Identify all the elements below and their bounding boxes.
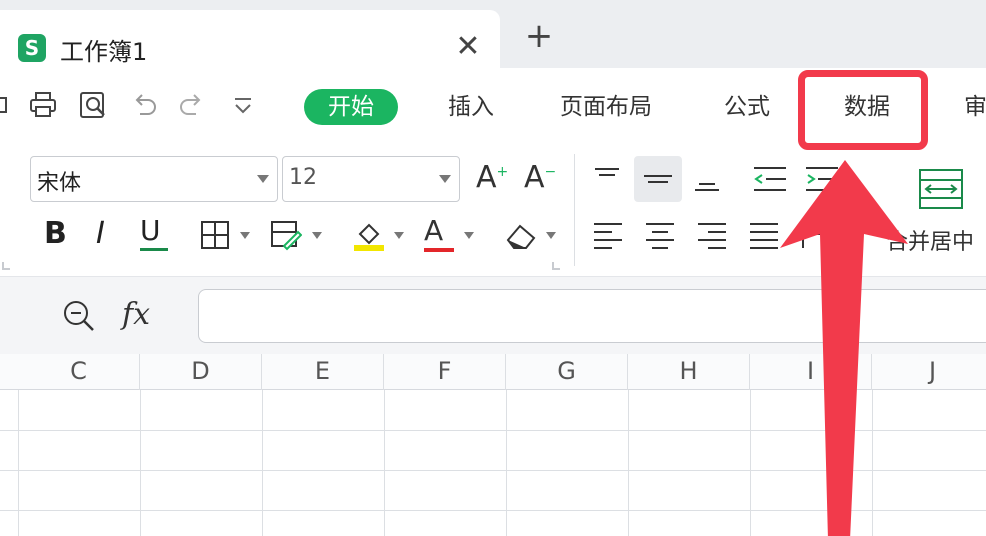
tab-page-layout[interactable]: 页面布局 (560, 89, 652, 125)
chevron-down-icon[interactable] (240, 232, 250, 239)
chevron-down-icon (257, 175, 269, 183)
font-grow-label: A (476, 160, 497, 195)
font-shrink-label: A (524, 160, 545, 195)
workbook-tab[interactable]: S 工作簿1 ✕ (0, 10, 500, 68)
zoom-search-icon[interactable] (62, 299, 96, 333)
increase-font-size-button[interactable]: A+ (476, 160, 508, 195)
bold-button[interactable]: B (44, 216, 67, 251)
align-center-icon[interactable] (644, 220, 676, 250)
font-color-bar (424, 248, 454, 252)
font-color-button[interactable]: A (424, 214, 456, 254)
print-icon[interactable] (28, 90, 58, 120)
font-size-select[interactable]: 12 (282, 156, 460, 202)
column-line (506, 390, 507, 536)
font-size-value: 12 (289, 165, 317, 190)
column-header-H[interactable]: H (628, 354, 750, 390)
function-button[interactable]: fx (122, 297, 150, 332)
close-tab-icon[interactable]: ✕ (452, 32, 484, 64)
column-header-C[interactable]: C (18, 354, 140, 390)
align-left-icon[interactable] (592, 220, 624, 250)
column-header-G[interactable]: G (506, 354, 628, 390)
underline-button[interactable]: U (140, 214, 170, 254)
tab-title: 工作簿1 (60, 38, 148, 66)
tab-insert[interactable]: 插入 (448, 89, 494, 125)
undo-icon[interactable] (130, 90, 160, 120)
decrease-font-size-button[interactable]: A− (524, 160, 556, 195)
column-line (140, 390, 141, 536)
underline-bar (140, 248, 168, 251)
align-bottom-icon[interactable] (692, 164, 722, 194)
tab-review[interactable]: 审 (964, 89, 986, 125)
chevron-down-icon (439, 175, 451, 183)
print-preview-icon[interactable] (78, 90, 108, 120)
redo-icon[interactable] (176, 90, 206, 120)
new-tab-icon[interactable]: + (522, 19, 556, 54)
tab-home[interactable]: 开始 (304, 89, 398, 125)
column-line (750, 390, 751, 536)
align-middle-icon (644, 175, 672, 183)
fill-color-icon[interactable] (352, 218, 386, 252)
column-header-E[interactable]: E (262, 354, 384, 390)
borders-icon[interactable] (200, 220, 230, 250)
column-line (262, 390, 263, 536)
tab-bar: S 工作簿1 ✕ + (0, 0, 986, 68)
chevron-down-icon[interactable] (394, 232, 404, 239)
merge-center-icon[interactable] (918, 168, 964, 210)
toolbar-divider (574, 154, 575, 266)
column-line (628, 390, 629, 536)
data-tab-highlight (798, 70, 928, 150)
fill-color-bar (354, 245, 384, 251)
font-name-value: 宋体 (37, 171, 82, 196)
customize-dropdown-icon[interactable] (228, 90, 258, 120)
italic-button[interactable]: I (96, 216, 105, 251)
customize-partial-icon[interactable] (0, 90, 16, 120)
font-name-select[interactable]: 宋体 (30, 156, 278, 202)
underline-label: U (140, 214, 161, 247)
chevron-down-icon[interactable] (464, 232, 474, 239)
column-line (384, 390, 385, 536)
eraser-icon[interactable] (504, 220, 540, 250)
dialog-launcher-icon[interactable] (552, 262, 560, 270)
chevron-down-icon[interactable] (546, 232, 556, 239)
dialog-launcher-icon[interactable] (2, 262, 10, 270)
chevron-down-icon[interactable] (312, 232, 322, 239)
align-middle-button[interactable] (634, 156, 682, 202)
justify-icon[interactable] (748, 220, 780, 250)
pointer-arrow-icon (780, 160, 908, 536)
spreadsheet-app-icon: S (18, 34, 46, 62)
column-header-D[interactable]: D (140, 354, 262, 390)
column-header-F[interactable]: F (384, 354, 506, 390)
cell-style-icon[interactable] (270, 220, 302, 252)
tab-formulas[interactable]: 公式 (724, 89, 770, 125)
column-line (18, 390, 19, 536)
align-top-icon[interactable] (592, 164, 622, 194)
align-right-icon[interactable] (696, 220, 728, 250)
font-color-label: A (424, 214, 444, 247)
